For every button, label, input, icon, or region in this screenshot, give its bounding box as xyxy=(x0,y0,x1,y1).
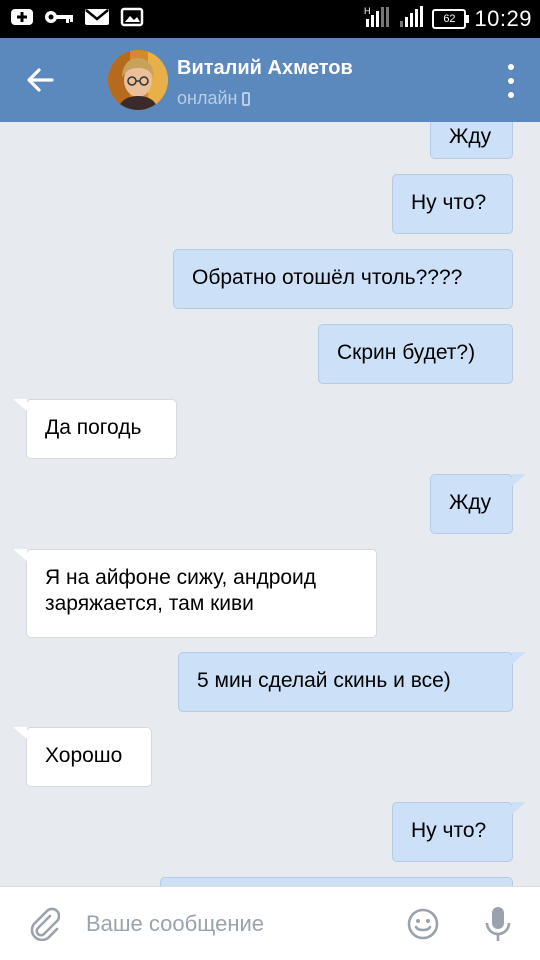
arrow-left-icon xyxy=(27,68,54,92)
status-bar: H 62 10:29 xyxy=(0,0,540,38)
avatar[interactable] xyxy=(108,50,168,110)
avatar-image xyxy=(108,50,168,110)
more-vertical-icon xyxy=(508,64,514,70)
message-text: Жду xyxy=(449,125,492,148)
message-bubble-outgoing[interactable]: Жду xyxy=(430,474,513,534)
message-text: Я на айфоне сижу, андроид заряжается, та… xyxy=(45,566,317,615)
message-bubble-outgoing[interactable]: 5 мин сделай скинь и все) xyxy=(178,652,513,712)
message-text: Жду xyxy=(449,491,492,514)
smile-icon xyxy=(407,908,439,940)
battery-icon: 62 xyxy=(432,9,470,29)
message-bubble-incoming[interactable]: Я на айфоне сижу, андроид заряжается, та… xyxy=(26,549,377,638)
signal-h-icon: H xyxy=(364,5,390,34)
message-text: 5 мин сделай скинь и все) xyxy=(197,669,451,692)
microphone-icon xyxy=(485,907,511,941)
message-text: Ну что? xyxy=(411,191,487,214)
chat-header: Виталий Ахметов онлайн xyxy=(0,38,540,122)
bubble-tail xyxy=(13,399,27,411)
bubble-tail xyxy=(512,802,526,814)
message-text: Хорошо xyxy=(45,744,123,767)
svg-text:H: H xyxy=(364,6,371,16)
mobile-icon xyxy=(242,91,251,106)
message-bubble-outgoing[interactable]: Жду xyxy=(430,122,513,159)
message-bubble-outgoing[interactable]: Ну что? xyxy=(392,802,513,862)
contact-name[interactable]: Виталий Ахметов xyxy=(177,57,353,80)
more-options-button[interactable] xyxy=(504,64,518,98)
message-text: Обратно отошёл чтоль???? xyxy=(192,266,463,289)
message-composer xyxy=(0,886,540,960)
message-bubble-outgoing[interactable]: Скрин будет?) xyxy=(318,324,513,384)
back-button[interactable] xyxy=(22,62,58,98)
emoji-button[interactable] xyxy=(406,907,440,941)
bubble-tail xyxy=(512,652,526,664)
key-icon xyxy=(44,9,74,30)
paperclip-icon xyxy=(30,907,61,942)
message-bubble-outgoing[interactable]: Обратно отошёл чтоль???? xyxy=(173,249,513,309)
message-text: Да погодь xyxy=(45,416,142,439)
bubble-tail xyxy=(13,727,27,739)
message-bubble-incoming[interactable]: Да погодь xyxy=(26,399,177,459)
mail-icon xyxy=(84,7,110,32)
image-icon xyxy=(120,7,144,32)
clock: 10:29 xyxy=(474,6,532,31)
bubble-tail xyxy=(13,549,27,561)
message-bubble-outgoing[interactable] xyxy=(160,877,513,886)
message-text: Скрин будет?) xyxy=(337,341,476,364)
add-notification-icon xyxy=(10,7,34,32)
presence-label: онлайн xyxy=(177,88,238,108)
bubble-tail xyxy=(512,474,526,486)
voice-message-button[interactable] xyxy=(484,905,512,943)
presence-status: онлайн xyxy=(177,88,251,109)
signal-bars-icon xyxy=(398,5,424,34)
message-bubble-incoming[interactable]: Хорошо xyxy=(26,727,152,787)
message-input[interactable] xyxy=(86,905,386,943)
attach-button[interactable] xyxy=(28,907,61,942)
message-list[interactable]: Жду Ну что? Обратно отошёл чтоль???? Скр… xyxy=(0,122,540,886)
message-text: Ну что? xyxy=(411,819,487,842)
message-bubble-outgoing[interactable]: Ну что? xyxy=(392,174,513,234)
